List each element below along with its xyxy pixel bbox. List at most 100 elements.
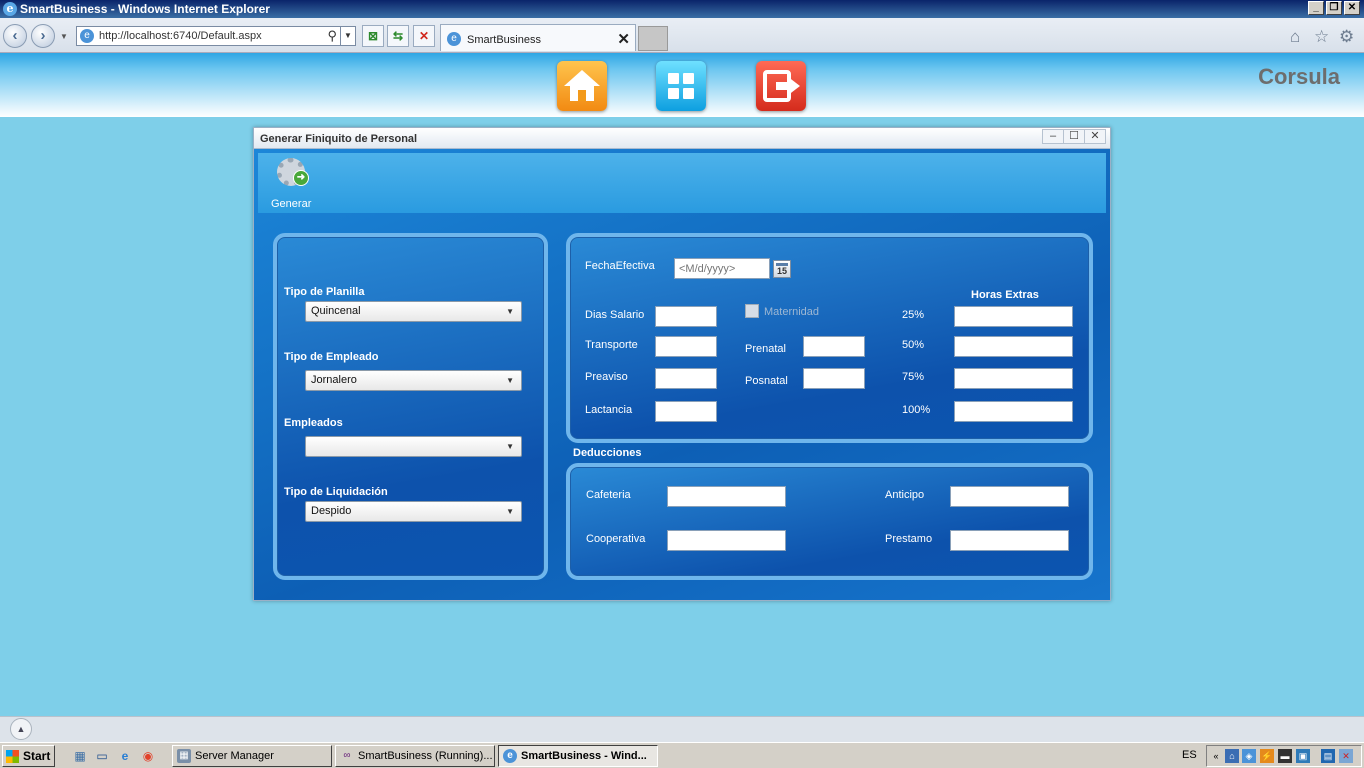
- window-titlebar: e SmartBusiness - Windows Internet Explo…: [0, 0, 1364, 18]
- tray-expand-icon[interactable]: «: [1209, 749, 1223, 763]
- ie-quicklaunch-icon[interactable]: e: [117, 748, 133, 764]
- cafeteria-input[interactable]: [667, 486, 786, 507]
- preaviso-label: Preaviso: [585, 371, 628, 383]
- preaviso-input[interactable]: [655, 368, 717, 389]
- modules-tile-button[interactable]: [656, 61, 706, 111]
- system-tray: « ⌂ ◈ ⚡ ▬ ▣ ▤ ✕: [1206, 745, 1362, 767]
- tray-monitor-icon[interactable]: ▤: [1321, 749, 1335, 763]
- tray-flash-icon[interactable]: ⚡: [1260, 749, 1274, 763]
- page-icon: e: [80, 29, 94, 43]
- lactancia-input[interactable]: [655, 401, 717, 422]
- close-window-button[interactable]: ✕: [1344, 1, 1360, 15]
- tray-app-icon[interactable]: ◈: [1242, 749, 1256, 763]
- finiquito-detail-panel: FechaEfectiva 15 Dias Salario Transporte…: [566, 233, 1093, 443]
- address-bar[interactable]: e http://localhost:6740/Default.aspx ⚲ ▼: [76, 26, 356, 46]
- ie-icon: e: [503, 749, 517, 763]
- dialog-titlebar[interactable]: Generar Finiquito de Personal – ☐ ✕: [254, 128, 1110, 149]
- prenatal-input[interactable]: [803, 336, 865, 357]
- windows-taskbar: Start ▦ ▭ e ◉ ▦ Server Manager ∞ SmartBu…: [0, 742, 1364, 768]
- taskbar-item-server-manager[interactable]: ▦ Server Manager: [172, 745, 332, 767]
- prestamo-label: Prestamo: [885, 533, 933, 545]
- empleados-select[interactable]: ▼: [305, 436, 522, 457]
- fecha-efectiva-label: FechaEfectiva: [585, 260, 655, 272]
- deducciones-title: Deducciones: [573, 447, 642, 459]
- generate-button[interactable]: ➜ Generar: [266, 157, 322, 211]
- start-button[interactable]: Start: [2, 745, 55, 767]
- windows-logo-icon: [6, 750, 19, 763]
- browser-tab[interactable]: e SmartBusiness ✕: [440, 24, 636, 51]
- maternidad-checkbox[interactable]: [745, 304, 759, 318]
- desktop-icon[interactable]: ▭: [94, 748, 110, 764]
- horas-100-input[interactable]: [954, 401, 1073, 422]
- dialog-close-button[interactable]: ✕: [1084, 129, 1106, 144]
- tipo-empleado-value: Jornalero: [311, 374, 357, 386]
- stop-icon[interactable]: ✕: [413, 25, 435, 47]
- recent-pages-dropdown[interactable]: ▼: [60, 32, 68, 41]
- tipo-empleado-label: Tipo de Empleado: [284, 351, 379, 363]
- address-url: http://localhost:6740/Default.aspx: [99, 30, 262, 42]
- network-icon[interactable]: ⌂: [1225, 749, 1239, 763]
- tipo-liquidacion-value: Despido: [311, 505, 352, 517]
- dialog-minimize-button[interactable]: –: [1042, 129, 1064, 144]
- calendar-icon[interactable]: 15: [773, 260, 791, 278]
- prestamo-input[interactable]: [950, 530, 1069, 551]
- search-icon[interactable]: ⚲: [327, 28, 337, 44]
- volume-muted-icon[interactable]: ✕: [1339, 749, 1353, 763]
- dialog-maximize-button[interactable]: ☐: [1063, 129, 1085, 144]
- pct-100-label: 100%: [902, 404, 931, 416]
- compatibility-view-icon[interactable]: ⊠: [362, 25, 384, 47]
- tab-close-icon[interactable]: ✕: [617, 30, 630, 48]
- transporte-input[interactable]: [655, 336, 717, 357]
- dialog-body: ➜ Generar Tipo de Planilla Quincenal ▼ T…: [254, 149, 1110, 600]
- app-header: Corsula: [0, 53, 1364, 117]
- language-indicator[interactable]: ES: [1182, 749, 1197, 761]
- calendar-day: 15: [776, 266, 787, 276]
- dias-salario-input[interactable]: [655, 306, 717, 327]
- tipo-planilla-select[interactable]: Quincenal ▼: [305, 301, 522, 322]
- favorites-star-icon[interactable]: ☆: [1314, 27, 1329, 47]
- chrome-icon[interactable]: ◉: [140, 748, 156, 764]
- back-button[interactable]: ‹: [3, 24, 27, 48]
- taskbar-item-visual-studio[interactable]: ∞ SmartBusiness (Running)...: [335, 745, 495, 767]
- anticipo-input[interactable]: [950, 486, 1069, 507]
- arrow-right-icon: ➜: [293, 170, 309, 186]
- start-label: Start: [23, 749, 51, 763]
- exit-tile-button[interactable]: [756, 61, 806, 111]
- forward-button[interactable]: ›: [31, 24, 55, 48]
- dialog-title: Generar Finiquito de Personal: [260, 133, 418, 145]
- new-tab-button[interactable]: [638, 26, 668, 51]
- address-dropdown[interactable]: ▼: [340, 27, 355, 45]
- tray-terminal-icon[interactable]: ▬: [1278, 749, 1292, 763]
- restore-button[interactable]: ❐: [1326, 1, 1342, 15]
- tipo-liquidacion-select[interactable]: Despido ▼: [305, 501, 522, 522]
- server-manager-icon[interactable]: ▦: [72, 748, 88, 764]
- posnatal-label: Posnatal: [745, 375, 788, 387]
- horas-75-input[interactable]: [954, 368, 1073, 389]
- prenatal-label: Prenatal: [745, 343, 786, 355]
- gear-icon[interactable]: ⚙: [1339, 27, 1354, 47]
- tipo-liquidacion-label: Tipo de Liquidación: [284, 486, 388, 498]
- home-icon[interactable]: ⌂: [1290, 27, 1300, 47]
- pct-50-label: 50%: [902, 339, 925, 351]
- tray-display-icon[interactable]: ▣: [1296, 749, 1310, 763]
- browser-toolbar: ‹ › ▼ e http://localhost:6740/Default.as…: [0, 18, 1364, 53]
- finiquito-dialog: Generar Finiquito de Personal – ☐ ✕ ➜ Ge…: [253, 127, 1111, 601]
- fecha-efectiva-input[interactable]: [674, 258, 770, 279]
- refresh-icon[interactable]: ⇆: [387, 25, 409, 47]
- cooperativa-input[interactable]: [667, 530, 786, 551]
- server-manager-icon: ▦: [177, 749, 191, 763]
- maternidad-label: Maternidad: [764, 306, 820, 318]
- taskbar-item-label: Server Manager: [195, 750, 274, 762]
- minimize-button[interactable]: _: [1308, 1, 1324, 15]
- taskbar-item-smartbusiness[interactable]: e SmartBusiness - Wind...: [498, 745, 658, 767]
- tipo-planilla-label: Tipo de Planilla: [284, 286, 365, 298]
- horas-25-input[interactable]: [954, 306, 1073, 327]
- horas-50-input[interactable]: [954, 336, 1073, 357]
- scroll-up-button[interactable]: ▲: [10, 718, 32, 740]
- window-title: SmartBusiness - Windows Internet Explore…: [20, 2, 270, 16]
- anticipo-label: Anticipo: [885, 489, 925, 501]
- posnatal-input[interactable]: [803, 368, 865, 389]
- tipo-empleado-select[interactable]: Jornalero ▼: [305, 370, 522, 391]
- pct-25-label: 25%: [902, 309, 925, 321]
- home-tile-button[interactable]: [557, 61, 607, 111]
